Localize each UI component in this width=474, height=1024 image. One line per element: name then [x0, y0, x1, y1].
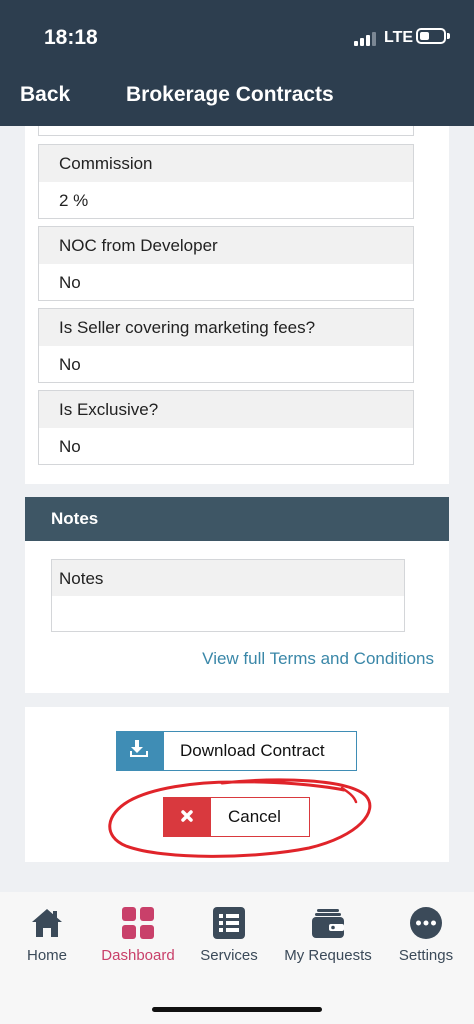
cancel-contract-button[interactable]: Cancel	[163, 797, 310, 837]
download-contract-label: Download Contract	[180, 741, 325, 760]
more-dots-icon	[409, 906, 443, 940]
status-time: 18:18	[44, 26, 98, 49]
bottom-tab-bar: Home Dashboard Services My Requests Sett…	[0, 892, 474, 1024]
commission-field: Commission 2 %	[38, 144, 414, 219]
noc-from-developer-field: NOC from Developer No	[38, 226, 414, 301]
field-label: Commission	[39, 145, 413, 182]
previous-field-edge	[38, 126, 414, 136]
grid-icon	[121, 906, 155, 940]
download-icon	[117, 732, 164, 770]
house-icon	[30, 906, 64, 940]
tab-label: Settings	[398, 947, 454, 964]
field-label: Is Seller covering marketing fees?	[39, 309, 413, 346]
page-title: Brokerage Contracts	[126, 83, 334, 106]
field-value: No	[39, 428, 413, 464]
tab-label: My Requests	[284, 947, 372, 964]
field-label: Is Exclusive?	[39, 391, 413, 428]
tab-label: Home	[26, 947, 67, 964]
notes-field: Notes	[51, 559, 405, 632]
close-icon	[164, 798, 211, 836]
tab-label: Dashboard	[101, 947, 175, 964]
field-value: No	[39, 346, 413, 382]
signal-strength-icon	[354, 32, 378, 46]
field-label: NOC from Developer	[39, 227, 413, 264]
home-indicator[interactable]	[152, 1007, 322, 1012]
battery-icon	[416, 28, 446, 44]
app-header: 18:18 LTE Back Brokerage Contracts	[0, 0, 474, 126]
tab-home[interactable]: Home	[0, 906, 95, 976]
wallet-icon	[311, 906, 345, 940]
contract-details-card: Commission 2 % NOC from Developer No Is …	[25, 126, 449, 484]
tab-settings[interactable]: Settings	[378, 906, 474, 976]
tab-my-requests[interactable]: My Requests	[280, 906, 376, 976]
cancel-label: Cancel	[228, 807, 281, 826]
notes-field-label: Notes	[52, 560, 404, 596]
view-terms-link[interactable]: View full Terms and Conditions	[202, 649, 434, 669]
tab-dashboard[interactable]: Dashboard	[90, 906, 186, 976]
contract-actions-section: Download Contract Cancel	[25, 707, 449, 862]
battery-cap	[447, 33, 450, 39]
notes-section-header: Notes	[25, 497, 449, 541]
notes-field-value	[52, 596, 404, 631]
tab-label: Services	[200, 947, 258, 964]
download-contract-button[interactable]: Download Contract	[116, 731, 357, 771]
list-icon	[212, 906, 246, 940]
field-value: No	[39, 264, 413, 300]
notes-section: Notes Notes View full Terms and Conditio…	[25, 497, 449, 693]
field-value: 2 %	[39, 182, 413, 218]
tab-services[interactable]: Services	[181, 906, 277, 976]
seller-marketing-fees-field: Is Seller covering marketing fees? No	[38, 308, 414, 383]
back-button[interactable]: Back	[20, 83, 70, 107]
network-type: LTE	[384, 29, 414, 46]
is-exclusive-field: Is Exclusive? No	[38, 390, 414, 465]
